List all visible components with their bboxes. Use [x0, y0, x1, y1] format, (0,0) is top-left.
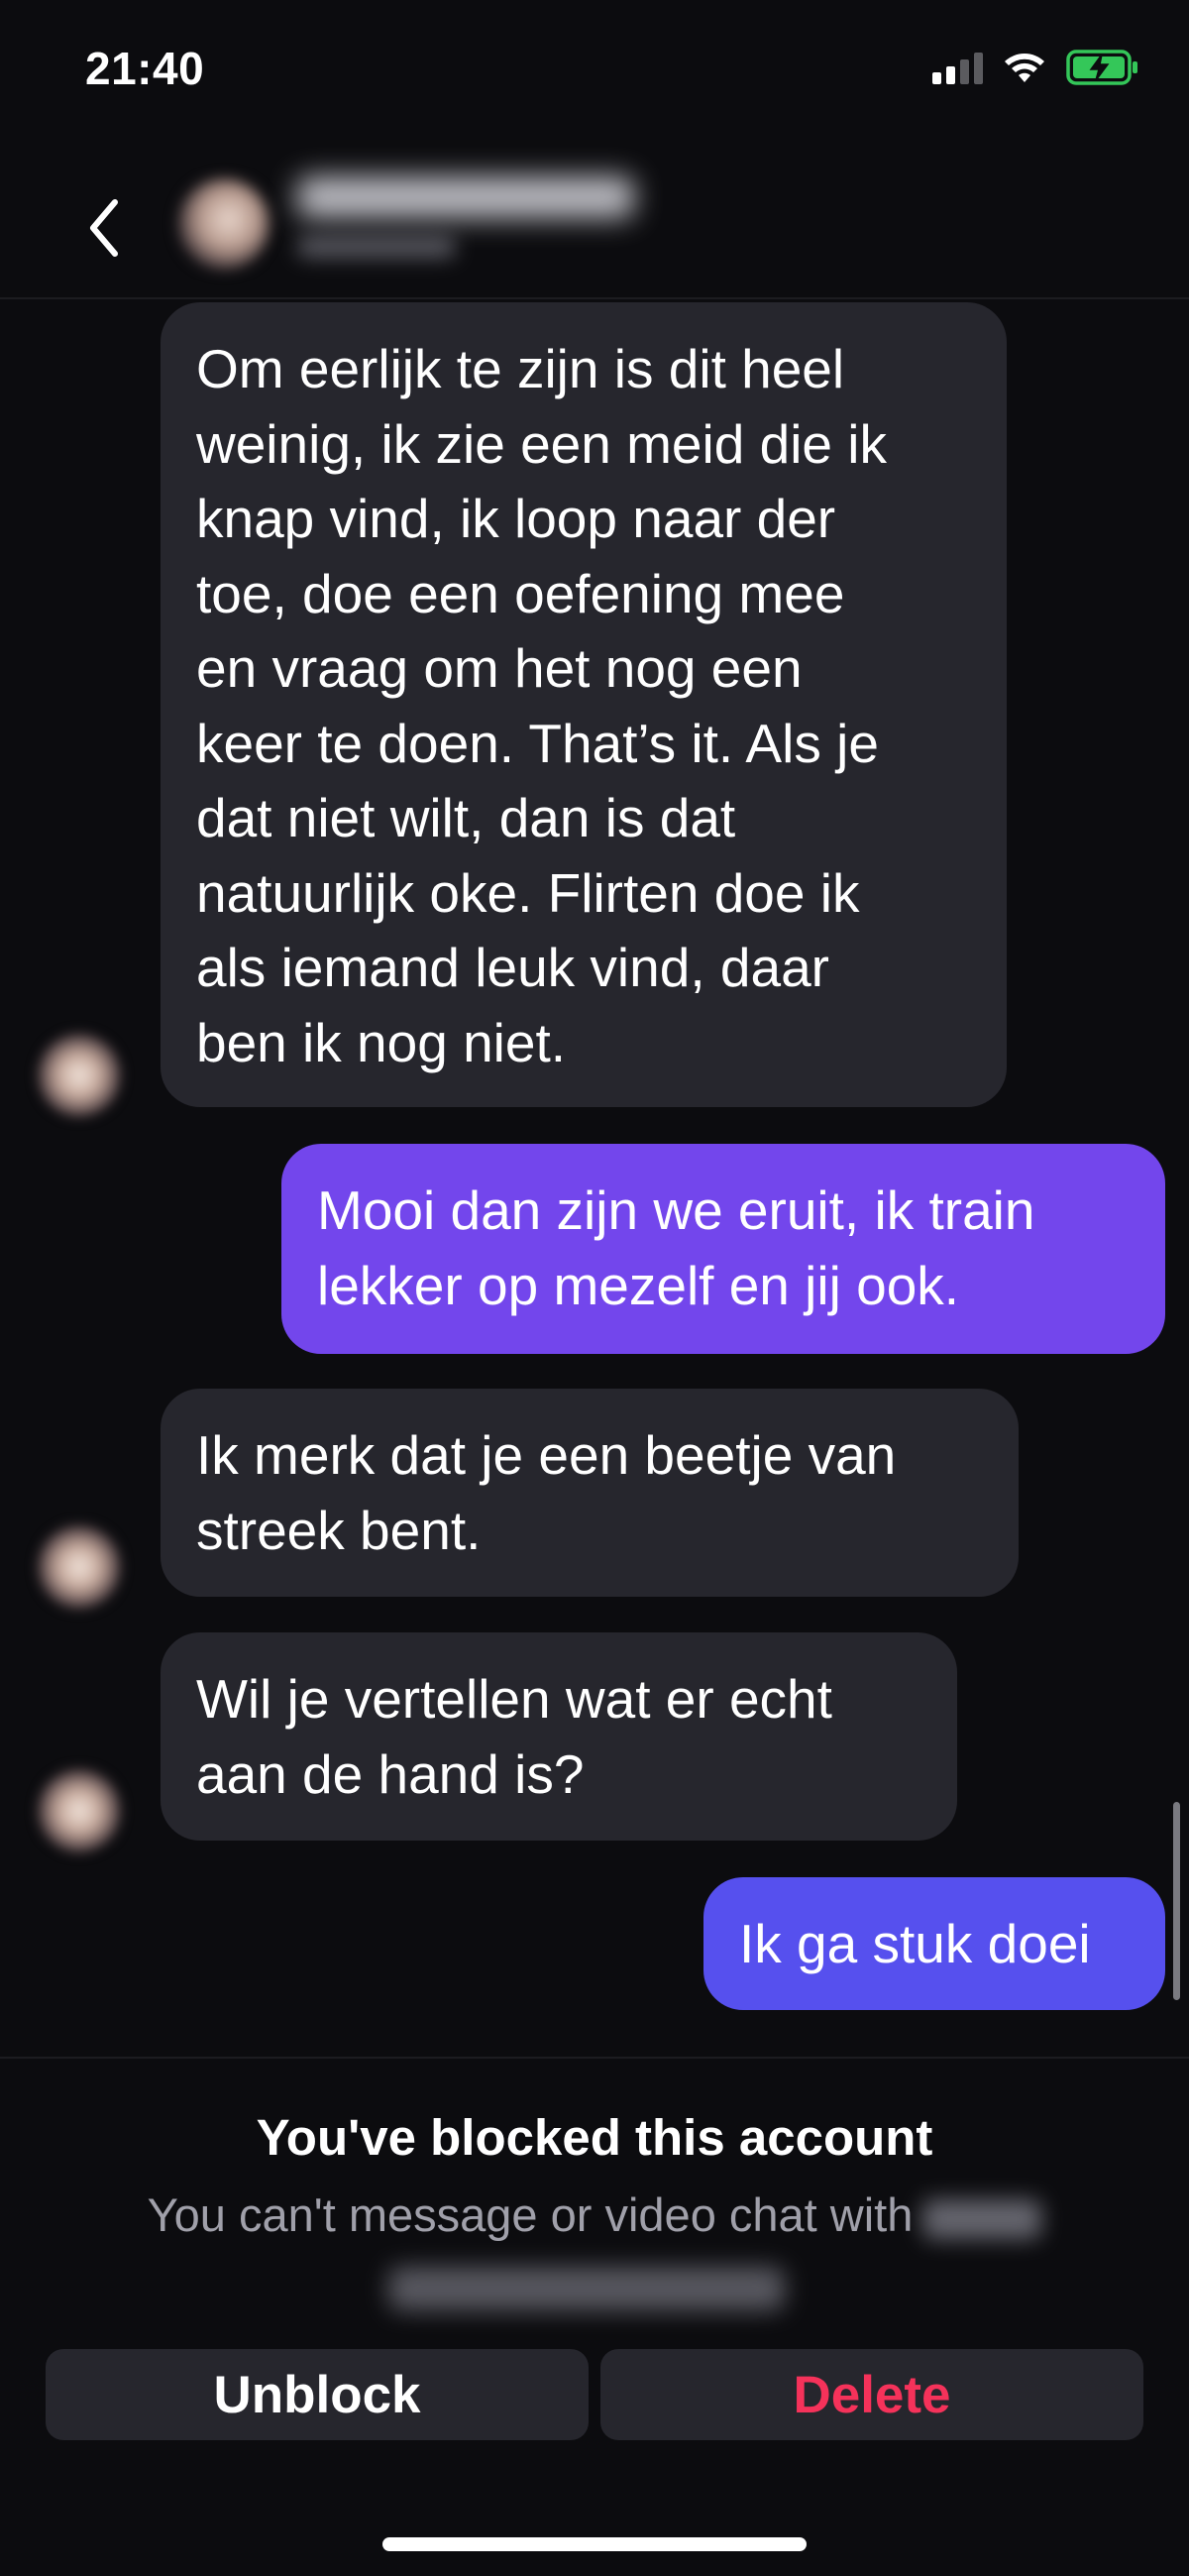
blocked-subtitle-text: You can't message or video chat with — [147, 2188, 914, 2241]
message-line: en vraag om het nog een — [196, 637, 803, 699]
message-line: keer te doen. That’s it. Als je — [196, 712, 879, 774]
wifi-icon — [1005, 54, 1044, 82]
message-line: lekker op mezelf en jij ook. — [317, 1254, 960, 1316]
cellular-signal-icon — [932, 51, 983, 84]
message-line: natuurlijk oke. Flirten doe ik — [196, 861, 860, 924]
contact-avatar[interactable] — [178, 178, 270, 270]
unblock-button[interactable]: Unblock — [46, 2349, 589, 2440]
chevron-left-icon[interactable] — [77, 188, 137, 268]
sender-avatar[interactable] — [38, 1525, 121, 1609]
blocked-panel: You've blocked this account You can't me… — [0, 2057, 1189, 2576]
contact-name-redacted[interactable] — [297, 176, 634, 218]
message-bubble-outgoing[interactable]: Mooi dan zijn we eruit, ik train lekker … — [281, 1144, 1165, 1354]
message-list[interactable]: Om eerlijk te zijn is dit heel weinig, i… — [0, 297, 1189, 2052]
sender-avatar[interactable] — [38, 1034, 121, 1117]
blocked-subtitle: You can't message or video chat with — [0, 2187, 1189, 2242]
message-bubble-incoming[interactable]: Wil je vertellen wat er echt aan de hand… — [161, 1632, 957, 1841]
message-line: streek bent. — [196, 1499, 482, 1561]
message-line: aan de hand is? — [196, 1742, 585, 1805]
scrollbar[interactable] — [1173, 1802, 1180, 2000]
blocked-username-redacted — [922, 2198, 1042, 2239]
message-bubble-incoming[interactable]: Om eerlijk te zijn is dit heel weinig, i… — [161, 302, 1007, 1107]
message-bubble-incoming[interactable]: Ik merk dat je een beetje van streek ben… — [161, 1389, 1019, 1597]
message-line: Ik merk dat je een beetje van — [196, 1424, 897, 1486]
message-line: Mooi dan zijn we eruit, ik train — [317, 1179, 1035, 1241]
message-line: Wil je vertellen wat er echt — [196, 1668, 832, 1730]
message-line: ben ik nog niet. — [196, 1011, 567, 1073]
message-line: dat niet wilt, dan is dat — [196, 787, 736, 848]
message-line: knap vind, ik loop naar der — [196, 488, 836, 549]
status-time: 21:40 — [85, 43, 205, 94]
blocked-handle-redacted — [388, 2267, 785, 2310]
status-icons — [932, 50, 1139, 85]
message-line: toe, doe een oefening mee — [196, 562, 845, 624]
message-line: weinig, ik zie een meid die ik — [196, 412, 888, 475]
delete-button[interactable]: Delete — [600, 2349, 1143, 2440]
contact-subtitle-redacted — [297, 236, 456, 258]
blocked-title: You've blocked this account — [256, 2109, 933, 2166]
battery-charging-icon — [1066, 50, 1137, 85]
message-line: als iemand leuk vind, daar — [196, 937, 829, 998]
chat-header — [0, 149, 1189, 299]
home-indicator[interactable] — [382, 2537, 807, 2551]
sender-avatar[interactable] — [38, 1769, 121, 1852]
message-line: Om eerlijk te zijn is dit heel — [196, 338, 845, 399]
message-line: Ik ga stuk doei — [739, 1913, 1091, 1974]
message-bubble-outgoing[interactable]: Ik ga stuk doei — [703, 1877, 1165, 2010]
status-bar: 21:40 — [0, 0, 1189, 149]
